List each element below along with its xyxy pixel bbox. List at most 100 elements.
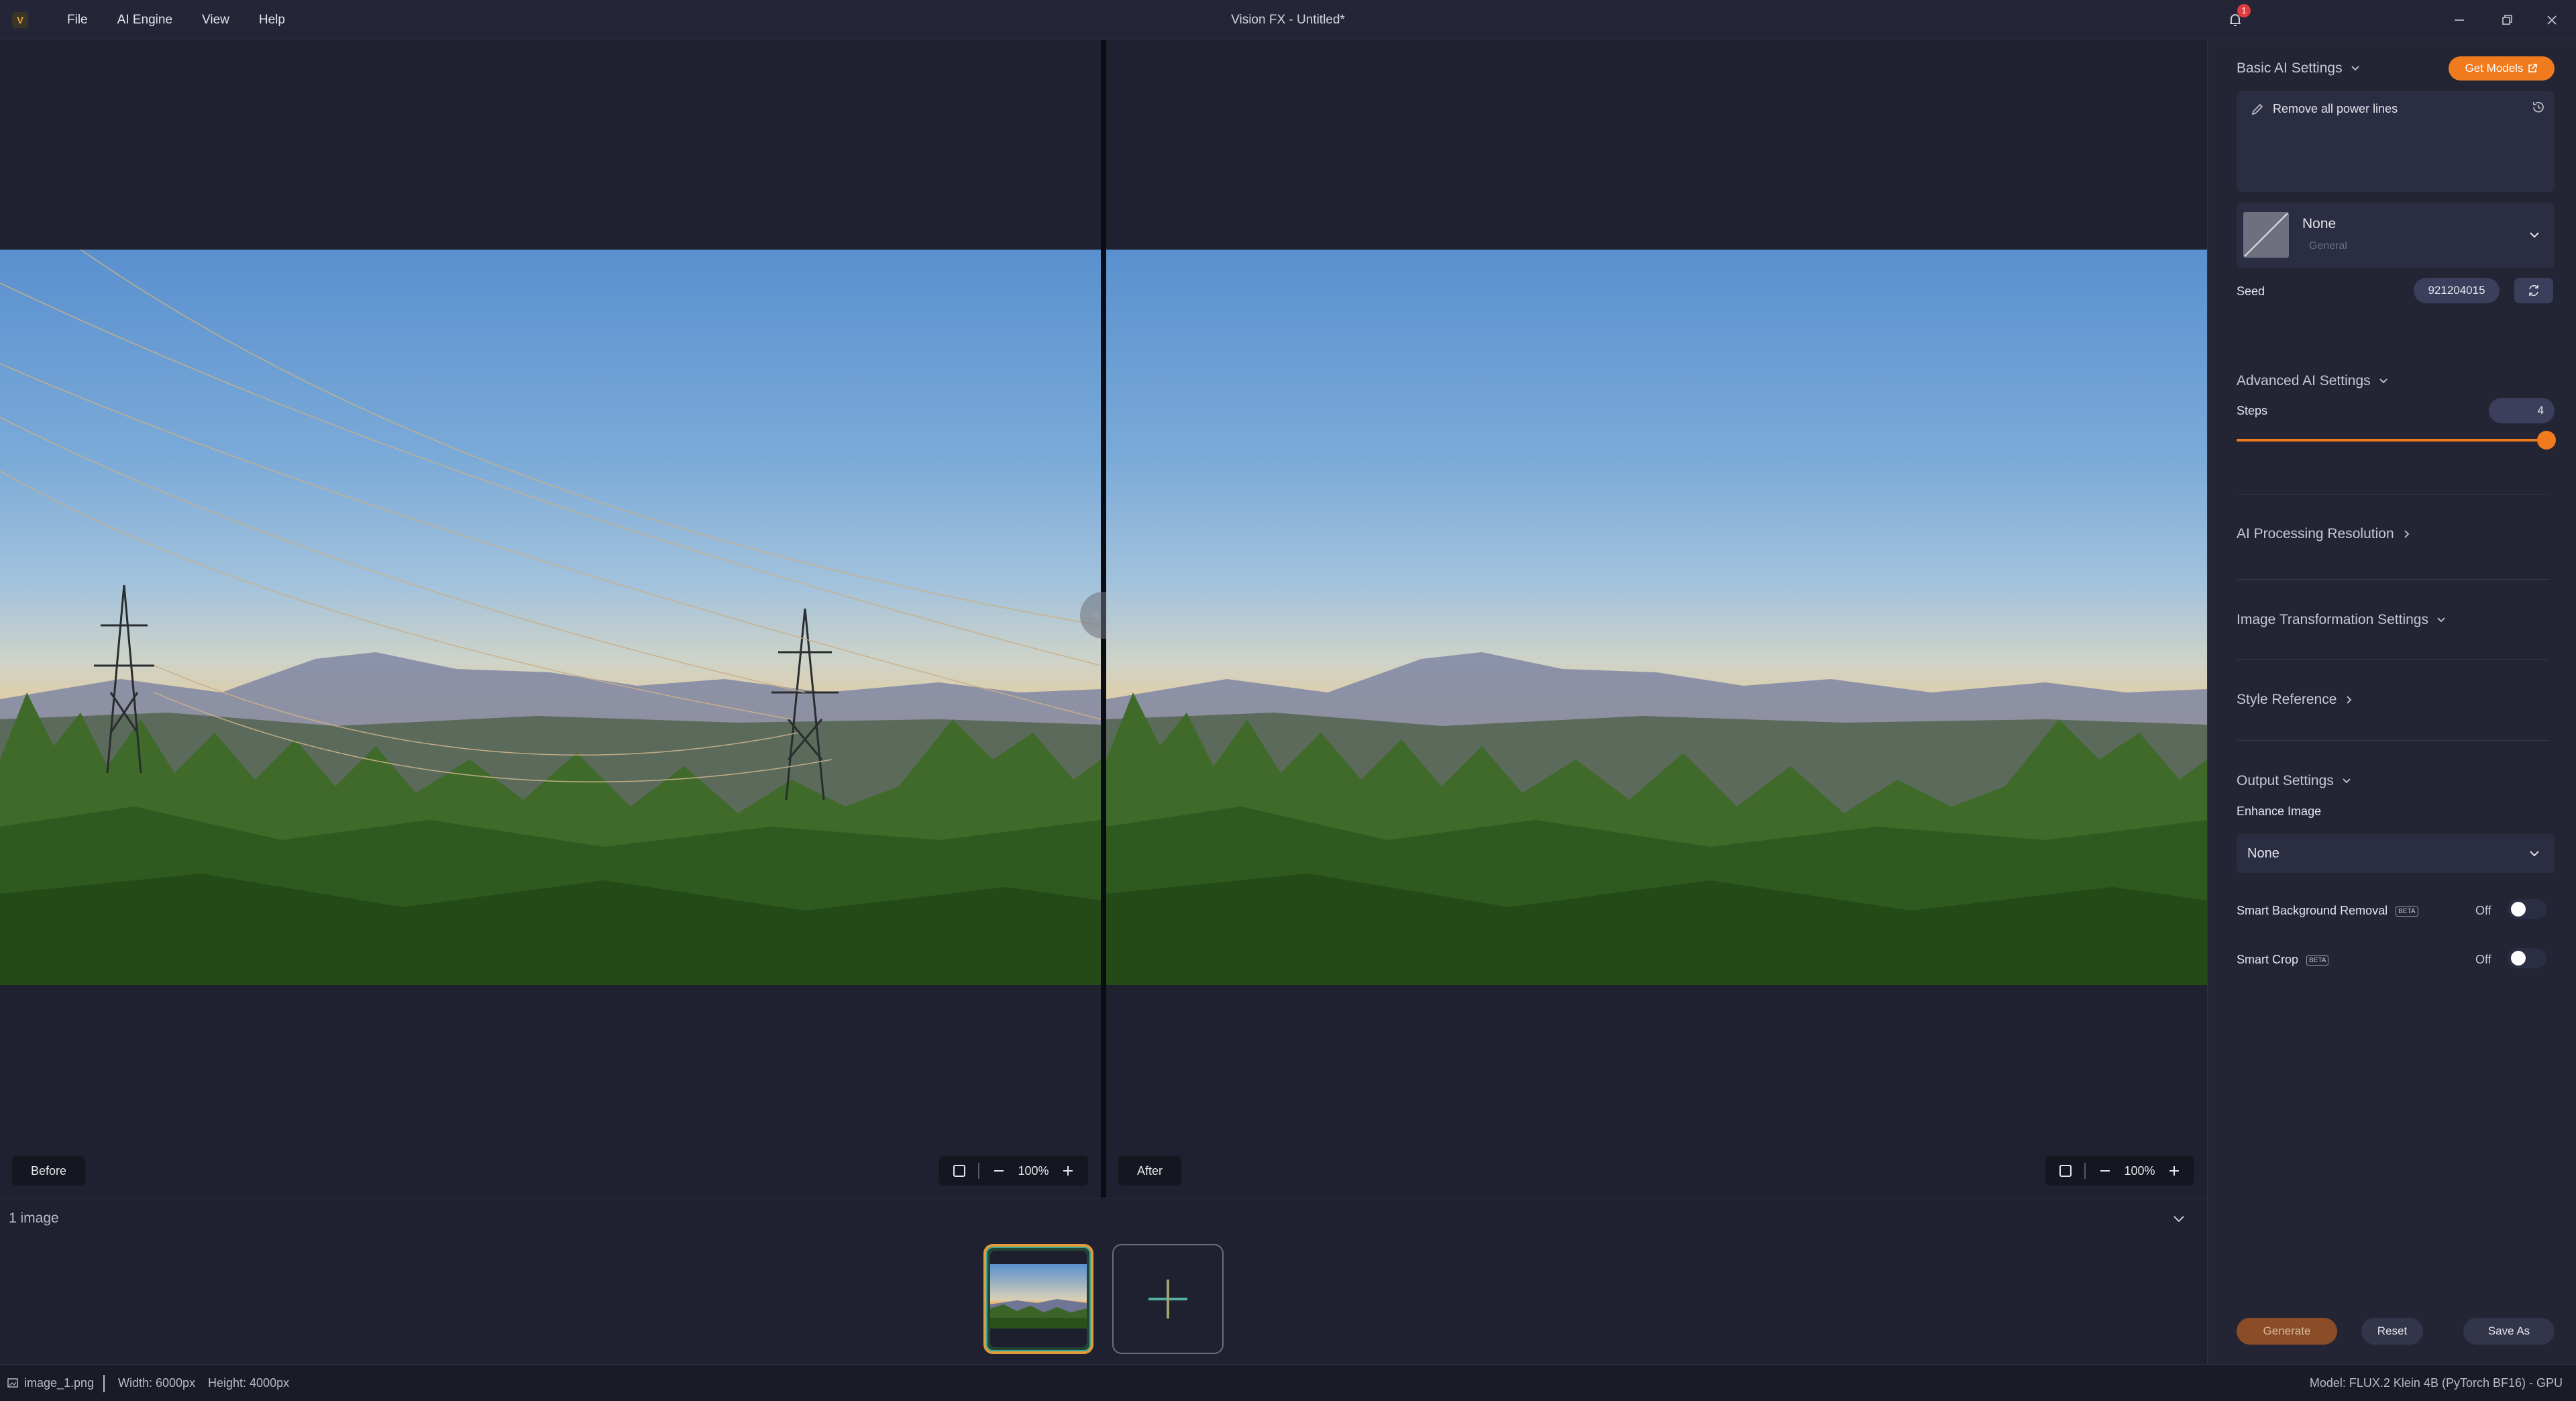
- output-settings-header[interactable]: Output Settings: [2237, 773, 2353, 789]
- save-as-button[interactable]: Save As: [2463, 1318, 2555, 1345]
- after-image[interactable]: [1106, 250, 2207, 985]
- smart-background-removal-state: Off: [2475, 904, 2491, 917]
- model-category: General: [2309, 240, 2347, 252]
- reset-button[interactable]: Reset: [2361, 1318, 2423, 1345]
- before-image[interactable]: [0, 250, 1101, 985]
- steps-slider-track[interactable]: [2237, 439, 2544, 442]
- menu-file[interactable]: File: [52, 0, 103, 40]
- chevron-right-icon: [2404, 530, 2409, 538]
- image-file-icon: [7, 1378, 18, 1388]
- filmstrip-collapse-button[interactable]: [2168, 1208, 2190, 1229]
- zoom-in-icon[interactable]: [1061, 1163, 1075, 1178]
- chevron-down-icon: [2343, 778, 2351, 784]
- menu-help[interactable]: Help: [244, 0, 300, 40]
- menu-ai-engine[interactable]: AI Engine: [103, 0, 187, 40]
- status-divider: [103, 1375, 105, 1392]
- app-window: V File AI Engine View Help Vision FX - U…: [0, 0, 2576, 1401]
- zoom-out-icon[interactable]: [991, 1163, 1006, 1178]
- chevron-down-icon: [2530, 232, 2539, 238]
- style-reference-header[interactable]: Style Reference: [2237, 692, 2355, 708]
- image-transformation-settings-header[interactable]: Image Transformation Settings: [2237, 612, 2447, 628]
- chevron-down-icon: [2351, 66, 2359, 71]
- smart-crop-row: Smart Crop BETA: [2237, 953, 2329, 967]
- steps-input[interactable]: 4: [2489, 398, 2555, 423]
- pencil-icon: [2251, 103, 2263, 115]
- minimize-button[interactable]: [2435, 0, 2483, 40]
- before-zoom-value: 100%: [1018, 1163, 1049, 1178]
- style-reference-title: Style Reference: [2237, 692, 2337, 707]
- smart-background-removal-toggle[interactable]: [2508, 899, 2546, 919]
- plus-icon: [1148, 1280, 1187, 1318]
- model-name: None: [2302, 216, 2337, 231]
- add-image-button[interactable]: [1112, 1244, 1224, 1354]
- ai-processing-resolution-header[interactable]: AI Processing Resolution: [2237, 526, 2413, 542]
- close-icon: [2547, 15, 2557, 25]
- after-label: After: [1118, 1156, 1182, 1186]
- after-pane: After 100%: [1106, 40, 2207, 1198]
- enhance-image-select[interactable]: None: [2237, 834, 2555, 873]
- before-zoom-controls: 100%: [939, 1156, 1088, 1186]
- menu-bar: File AI Engine View Help: [52, 0, 300, 40]
- restore-button[interactable]: [2483, 0, 2532, 40]
- restore-icon: [2502, 15, 2512, 25]
- divider: [2237, 659, 2549, 660]
- smart-background-removal-label: Smart Background Removal: [2237, 904, 2388, 917]
- title-bar: V File AI Engine View Help Vision FX - U…: [0, 0, 2576, 40]
- before-label: Before: [12, 1156, 86, 1186]
- status-filename: image_1.png: [24, 1376, 95, 1390]
- seed-label: Seed: [2237, 284, 2265, 298]
- model-selector[interactable]: None General: [2237, 203, 2555, 268]
- after-zoom-controls: 100%: [2045, 1156, 2194, 1186]
- fit-screen-icon[interactable]: [952, 1163, 967, 1178]
- basic-ai-settings-title: Basic AI Settings: [2237, 60, 2343, 76]
- randomize-seed-button[interactable]: [2514, 278, 2553, 303]
- steps-label: Steps: [2237, 404, 2268, 417]
- prompt-text: Remove all power lines: [2273, 102, 2398, 115]
- smart-crop-state: Off: [2475, 953, 2491, 966]
- divider: [2237, 494, 2549, 495]
- refresh-icon: [2529, 285, 2538, 296]
- get-models-label: Get Models: [2465, 62, 2524, 74]
- steps-slider-handle[interactable]: [2537, 431, 2556, 450]
- model-thumbnail: [2243, 212, 2289, 258]
- prompt-input[interactable]: Remove all power lines: [2237, 91, 2555, 192]
- advanced-ai-settings-title: Advanced AI Settings: [2237, 373, 2371, 388]
- divider: [2237, 579, 2549, 580]
- status-model: Model: FLUX.2 Klein 4B (PyTorch BF16) - …: [2309, 1376, 2563, 1390]
- history-icon[interactable]: [2530, 99, 2546, 115]
- chevron-down-icon: [2174, 1216, 2184, 1223]
- zoom-out-icon[interactable]: [2098, 1163, 2112, 1178]
- chevron-down-icon: [2379, 378, 2387, 384]
- zoom-in-icon[interactable]: [2167, 1163, 2182, 1178]
- chevron-down-icon: [2437, 617, 2445, 623]
- after-zoom-value: 100%: [2124, 1163, 2155, 1178]
- smart-background-removal-row: Smart Background Removal BETA: [2237, 904, 2418, 918]
- status-height: Height: 4000px: [208, 1376, 290, 1390]
- image-thumbnail[interactable]: [983, 1244, 1093, 1354]
- close-button[interactable]: [2528, 0, 2576, 40]
- get-models-button[interactable]: Get Models: [2449, 56, 2555, 81]
- thumbnail-preview: [990, 1251, 1087, 1347]
- smart-crop-label: Smart Crop: [2237, 953, 2299, 966]
- chevron-down-icon: [2530, 851, 2539, 857]
- comparison-canvas: Before 100% After 100%: [0, 40, 2207, 1198]
- image-count: 1 image: [9, 1210, 59, 1226]
- divider: [2237, 740, 2549, 741]
- seed-input[interactable]: 921204015: [2414, 278, 2500, 303]
- beta-badge: BETA: [2306, 955, 2329, 966]
- before-pane: Before 100%: [0, 40, 1101, 1198]
- filmstrip: 1 image: [0, 1198, 2207, 1364]
- advanced-ai-settings-header[interactable]: Advanced AI Settings: [2237, 373, 2390, 389]
- enhance-image-label: Enhance Image: [2237, 805, 2322, 818]
- generate-button[interactable]: Generate: [2237, 1318, 2337, 1345]
- beta-badge: BETA: [2396, 906, 2418, 917]
- external-link-icon: [2528, 64, 2538, 72]
- basic-ai-settings-header[interactable]: Basic AI Settings: [2237, 60, 2361, 76]
- minimize-icon: [2455, 19, 2464, 21]
- fit-screen-icon[interactable]: [2058, 1163, 2073, 1178]
- app-logo: V: [12, 12, 28, 28]
- smart-crop-toggle[interactable]: [2508, 948, 2546, 968]
- menu-view[interactable]: View: [187, 0, 244, 40]
- enhance-image-value: None: [2247, 846, 2279, 861]
- image-transformation-settings-title: Image Transformation Settings: [2237, 612, 2428, 627]
